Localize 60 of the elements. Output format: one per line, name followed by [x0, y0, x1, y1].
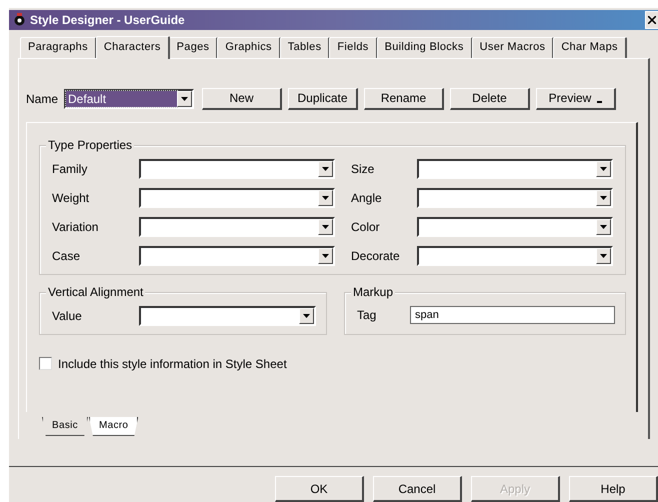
dropdown-arrow-icon [322, 254, 329, 258]
field-label: Family [52, 162, 88, 176]
tab[interactable]: Char Maps [553, 36, 627, 58]
dropdown-arrow-icon [600, 224, 607, 229]
field-label: Tag [357, 308, 378, 322]
caret-icon [597, 101, 602, 104]
group-title: Type Properties [46, 138, 134, 152]
button[interactable]: Duplicate [288, 88, 358, 110]
dropdown-arrow-icon [181, 96, 188, 101]
tab[interactable]: Basic [42, 416, 88, 436]
dropdown-field[interactable] [139, 158, 335, 179]
dropdown-arrow-icon [303, 314, 310, 318]
button[interactable]: New [202, 88, 282, 110]
button[interactable]: Preview [536, 88, 616, 110]
button[interactable]: OK [275, 476, 364, 502]
text-field[interactable]: span [410, 306, 615, 324]
dropdown-arrow-icon [600, 254, 607, 258]
checkbox-label: Include this style information in Style Sheet [58, 356, 287, 371]
dropdown-field[interactable] [417, 188, 613, 208]
button[interactable]: Help [569, 476, 658, 502]
tab[interactable]: Characters [96, 36, 170, 59]
field-label: Decorate [351, 248, 401, 263]
dropdown-field[interactable] [417, 158, 613, 179]
checkbox[interactable] [39, 357, 52, 370]
close-icon [648, 16, 656, 24]
dropdown-field[interactable] [139, 188, 335, 208]
tab[interactable]: User Macros [472, 36, 554, 58]
app-icon [13, 13, 26, 26]
dropdown-field[interactable] [417, 246, 613, 266]
dropdown-field[interactable] [139, 246, 335, 266]
window-title: Style Designer - UserGuide [30, 12, 186, 27]
dropdown-arrow-icon [322, 166, 329, 171]
dropdown-arrow-icon [600, 196, 607, 200]
dropdown-field[interactable] [139, 216, 335, 237]
button[interactable]: Delete [450, 88, 530, 110]
tab[interactable]: Macro [88, 416, 138, 436]
field-label: Size [351, 162, 376, 176]
close-button[interactable] [645, 10, 658, 29]
dropdown-arrow-icon [322, 196, 329, 200]
dropdown-arrow-icon [600, 166, 607, 171]
field-label: Weight [52, 190, 90, 205]
field-label: Variation [52, 220, 100, 234]
tab[interactable]: Pages [168, 36, 218, 58]
tab[interactable]: Fields [329, 36, 378, 58]
tab[interactable]: Tables [280, 36, 330, 58]
button[interactable]: Cancel [373, 476, 462, 502]
tab[interactable]: Building Blocks [376, 36, 473, 58]
button[interactable]: Rename [364, 88, 444, 110]
dropdown-arrow-icon [322, 224, 329, 229]
dropdown-field[interactable] [417, 216, 613, 237]
group-title: Vertical Alignment [46, 284, 146, 299]
tab[interactable]: Graphics [217, 36, 281, 58]
field-label: Value [52, 308, 83, 323]
dropdown-field[interactable] [139, 306, 316, 326]
field-label: Case [52, 248, 82, 263]
field-label: Color [351, 220, 381, 234]
field-label: Name [26, 92, 58, 106]
field-label: Angle [351, 190, 383, 205]
dropdown-field[interactable]: Default [64, 88, 194, 109]
group-title: Markup [351, 284, 396, 299]
